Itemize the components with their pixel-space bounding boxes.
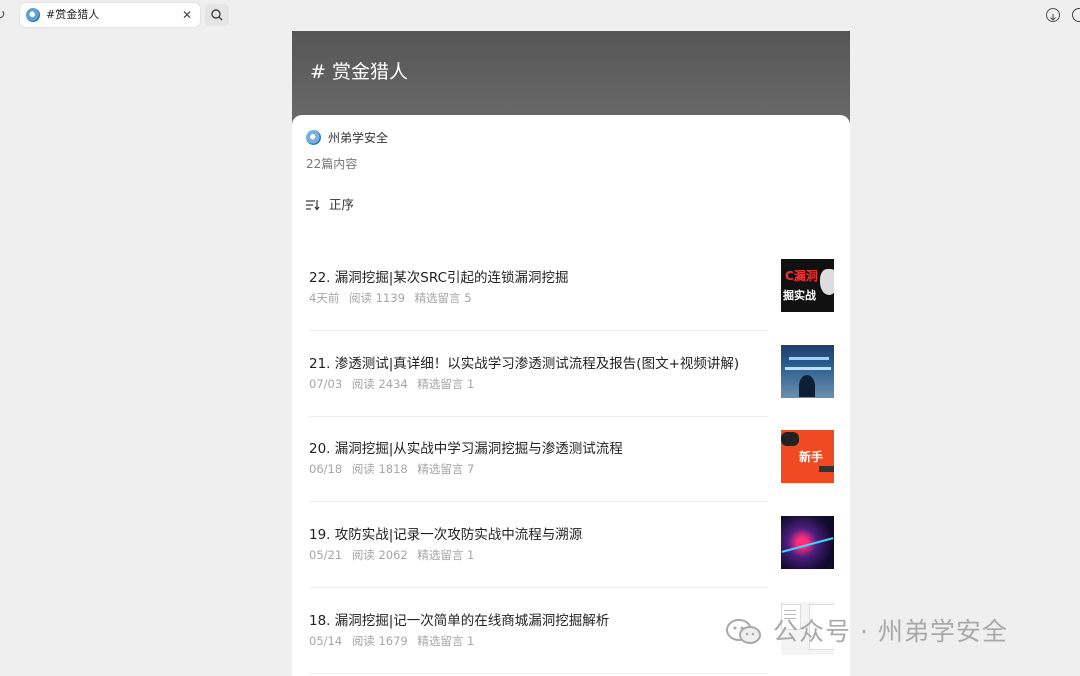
article-date: 4天前: [309, 291, 340, 305]
thumbnail-graphic: [781, 432, 799, 446]
article-comments: 精选留言 1: [417, 548, 475, 562]
article-date: 05/14: [309, 634, 343, 648]
article-meta: 06/18 阅读 1818 精选留言 7: [309, 461, 480, 477]
article-meta: 4天前 阅读 1139 精选留言 5: [309, 290, 478, 306]
browser-tab[interactable]: #赏金猎人 ✕: [20, 3, 200, 27]
article-title[interactable]: 21. 渗透测试|真详细！以实战学习渗透测试流程及报告(图文+视频讲解): [309, 352, 739, 372]
sort-icon: [306, 200, 320, 211]
thumbnail-graphic: [785, 367, 831, 370]
search-button[interactable]: [205, 4, 229, 26]
article-comments: 精选留言 1: [417, 377, 475, 391]
album-header: # 赏金猎人: [292, 31, 850, 127]
reload-icon[interactable]: ↻: [0, 6, 12, 24]
album-title: # 赏金猎人: [310, 61, 408, 83]
article-reads: 阅读 1679: [351, 634, 408, 648]
article-reads: 阅读 1818: [351, 462, 408, 476]
thumbnail-text: 新手: [799, 450, 824, 464]
tab-close-icon[interactable]: ✕: [182, 3, 192, 27]
browser-toolbar: ↻ #赏金猎人 ✕: [0, 0, 1080, 32]
divider: [309, 673, 768, 674]
tab-favicon-icon: [26, 8, 40, 22]
article-thumbnail[interactable]: C漏洞 掘实战: [781, 259, 834, 312]
list-item[interactable]: 21. 渗透测试|真详细！以实战学习渗透测试流程及报告(图文+视频讲解) 07/…: [309, 331, 836, 417]
article-date: 07/03: [309, 377, 343, 391]
list-item[interactable]: 19. 攻防实战|记录一次攻防实战中流程与溯源 05/21 阅读 2062 精选…: [309, 502, 836, 588]
watermark-text: 公众号 · 州弟学安全: [773, 617, 1008, 646]
article-meta: 05/21 阅读 2062 精选留言 1: [309, 547, 480, 563]
article-date: 05/21: [309, 548, 343, 562]
thumbnail-graphic: [784, 610, 796, 611]
mask-image: [820, 269, 834, 295]
download-icon[interactable]: [1046, 8, 1060, 22]
tab-title: #赏金猎人: [46, 8, 100, 21]
thumbnail-text: C漏洞: [785, 269, 818, 283]
article-comments: 精选留言 5: [414, 291, 472, 305]
article-date: 06/18: [309, 462, 343, 476]
article-comments: 精选留言 1: [417, 634, 475, 648]
thumbnail-graphic: [799, 375, 815, 397]
article-thumbnail[interactable]: [781, 516, 834, 569]
album-card: 州弟学安全 22篇内容 正序 22. 漏洞挖掘|某次SRC引起的连锁漏洞挖掘 4…: [292, 115, 850, 676]
list-item[interactable]: 22. 漏洞挖掘|某次SRC引起的连锁漏洞挖掘 4天前 阅读 1139 精选留言…: [309, 245, 836, 331]
article-title[interactable]: 22. 漏洞挖掘|某次SRC引起的连锁漏洞挖掘: [309, 266, 569, 286]
thumbnail-text: 掘实战: [783, 289, 816, 302]
article-meta: 05/14 阅读 1679 精选留言 1: [309, 633, 480, 649]
article-title[interactable]: 19. 攻防实战|记录一次攻防实战中流程与溯源: [309, 523, 582, 543]
list-item[interactable]: 20. 漏洞挖掘|从实战中学习漏洞挖掘与渗透测试流程 06/18 阅读 1818…: [309, 416, 836, 502]
account-name[interactable]: 州弟学安全: [328, 130, 388, 146]
avatar[interactable]: [306, 130, 321, 145]
article-count: 22篇内容: [306, 157, 358, 171]
globe-icon[interactable]: [1072, 8, 1080, 22]
article-title[interactable]: 18. 漏洞挖掘|记一次简单的在线商城漏洞挖掘解析: [309, 609, 609, 629]
article-thumbnail[interactable]: 新手: [781, 430, 834, 483]
sort-label: 正序: [329, 197, 355, 212]
article-reads: 阅读 1139: [348, 291, 405, 305]
thumbnail-graphic: [781, 537, 834, 553]
thumbnail-graphic: [789, 357, 829, 360]
article-reads: 阅读 2434: [351, 377, 408, 391]
article-comments: 精选留言 7: [417, 462, 475, 476]
article-reads: 阅读 2062: [351, 548, 408, 562]
article-thumbnail[interactable]: [781, 345, 834, 398]
article-title[interactable]: 20. 漏洞挖掘|从实战中学习漏洞挖掘与渗透测试流程: [309, 437, 623, 457]
album-panel: # 赏金猎人 州弟学安全 22篇内容 正序 22. 漏洞挖掘|某次SRC引起的连…: [292, 31, 850, 676]
search-icon: [211, 9, 223, 21]
wechat-icon: [726, 619, 761, 644]
thumbnail-graphic: [819, 466, 834, 472]
article-meta: 07/03 阅读 2434 精选留言 1: [309, 376, 480, 392]
